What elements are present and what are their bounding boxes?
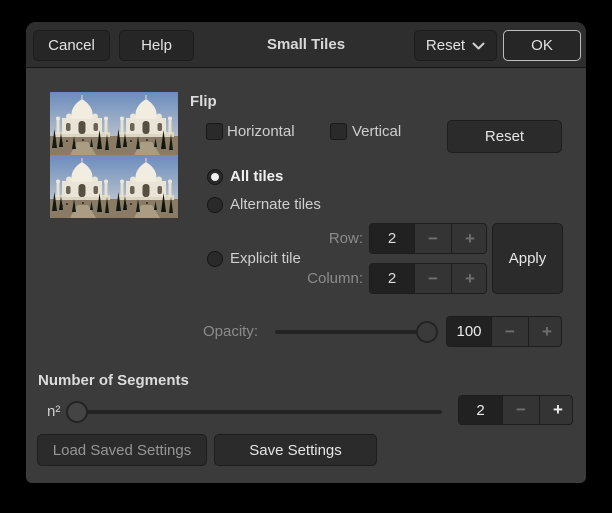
alternate-tiles-radio[interactable] <box>207 197 223 213</box>
segments-slider-handle[interactable] <box>66 401 88 423</box>
segments-slider-label: n² <box>47 402 60 422</box>
apply-button[interactable]: Apply <box>492 223 563 294</box>
ok-button[interactable]: OK <box>503 30 581 61</box>
chevron-down-icon <box>472 42 485 50</box>
segments-spinner: 2 − + <box>458 395 573 425</box>
row-value-field: 2 <box>370 224 414 253</box>
segments-increment-button[interactable]: + <box>539 396 573 424</box>
alternate-tiles-radio-label[interactable]: Alternate tiles <box>230 195 321 215</box>
tiled-preview-image <box>50 92 178 218</box>
column-value-field: 2 <box>370 264 414 293</box>
vertical-checkbox[interactable] <box>330 123 347 140</box>
dialog-header: Cancel Help Small Tiles Reset OK <box>26 22 586 68</box>
segments-decrement-button: − <box>502 396 539 424</box>
explicit-tile-radio[interactable] <box>207 251 223 267</box>
preview-tile <box>114 155 178 218</box>
row-increment-button: + <box>451 224 487 253</box>
opacity-spinner: 100 − + <box>446 316 562 347</box>
preview-tile <box>50 155 114 218</box>
flip-heading: Flip <box>190 92 217 112</box>
row-decrement-button: − <box>414 224 451 253</box>
load-saved-settings-button: Load Saved Settings <box>37 434 207 466</box>
opacity-value-field: 100 <box>447 317 491 346</box>
all-tiles-radio[interactable] <box>207 169 223 185</box>
all-tiles-radio-label[interactable]: All tiles <box>230 167 283 187</box>
opacity-slider-track <box>275 330 437 334</box>
preview-tile <box>114 92 178 155</box>
opacity-label: Opacity: <box>203 322 258 342</box>
segments-value-field[interactable]: 2 <box>459 396 502 424</box>
row-spinner: 2 − + <box>369 223 487 254</box>
segments-slider-track[interactable] <box>67 410 442 414</box>
flip-reset-button[interactable]: Reset <box>447 120 562 153</box>
reset-menu-button[interactable]: Reset <box>414 30 497 61</box>
dialog-title: Small Tiles <box>26 36 586 53</box>
opacity-decrement-button: − <box>491 317 528 346</box>
screen-background: Cancel Help Small Tiles Reset OK <box>0 0 612 513</box>
opacity-slider-handle <box>416 321 438 343</box>
preview-tile <box>50 92 114 155</box>
column-spinner: 2 − + <box>369 263 487 294</box>
row-label: Row: <box>276 229 363 249</box>
small-tiles-dialog: Cancel Help Small Tiles Reset OK <box>26 22 586 483</box>
horizontal-checkbox-label[interactable]: Horizontal <box>227 122 295 142</box>
save-settings-button[interactable]: Save Settings <box>214 434 377 466</box>
segments-heading: Number of Segments <box>38 371 189 391</box>
column-label: Column: <box>276 269 363 289</box>
opacity-increment-button: + <box>528 317 562 346</box>
help-button[interactable]: Help <box>119 30 194 61</box>
reset-menu-label: Reset <box>426 37 465 54</box>
vertical-checkbox-label[interactable]: Vertical <box>352 122 401 142</box>
column-decrement-button: − <box>414 264 451 293</box>
column-increment-button: + <box>451 264 487 293</box>
explicit-tile-radio-label[interactable]: Explicit tile <box>230 249 301 269</box>
cancel-button[interactable]: Cancel <box>33 30 110 61</box>
horizontal-checkbox[interactable] <box>206 123 223 140</box>
